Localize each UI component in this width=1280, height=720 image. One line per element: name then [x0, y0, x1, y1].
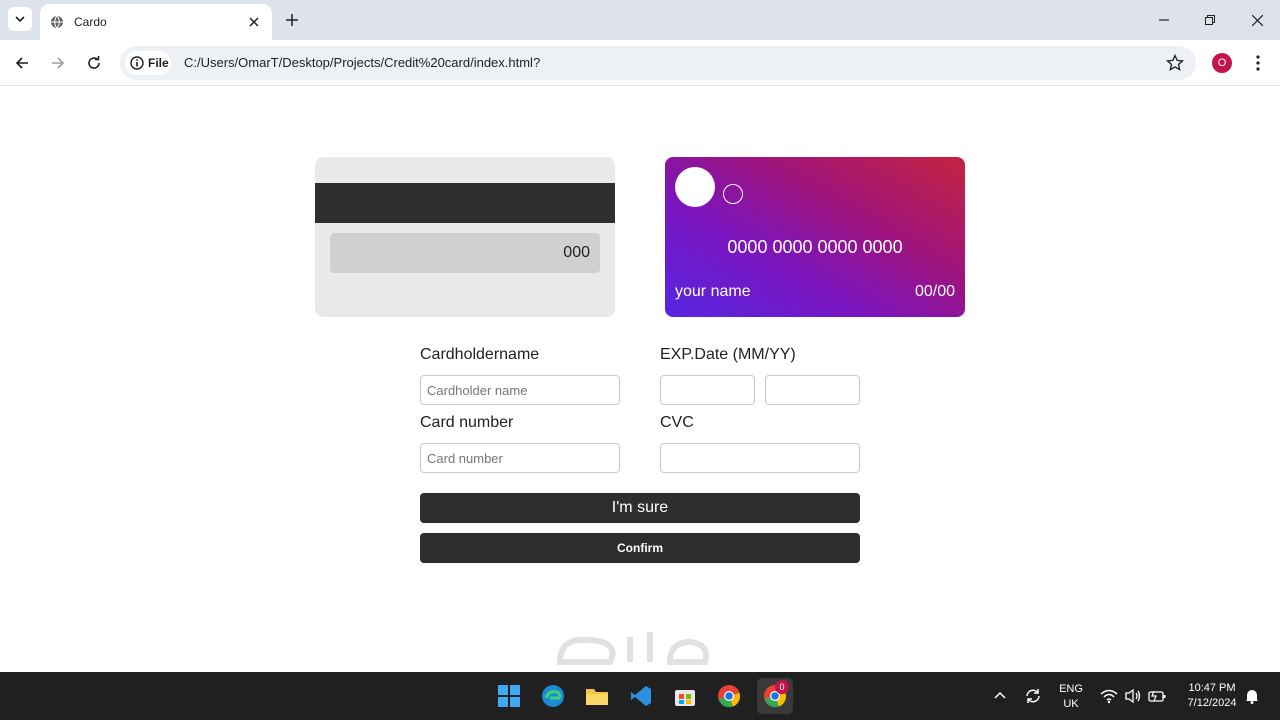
wifi-icon[interactable]	[1100, 688, 1118, 704]
folder-icon	[586, 689, 608, 705]
url-text[interactable]: C:/Users/OmarT/Desktop/Projects/Credit%2…	[184, 55, 540, 70]
magnetic-stripe	[315, 183, 615, 223]
card-logo-circle-large	[675, 167, 715, 207]
confirm-button[interactable]: Confirm	[420, 533, 860, 563]
clock-time: 10:47 PM	[1188, 682, 1236, 694]
clock[interactable]: 10:47 PM 7/12/2024	[1176, 681, 1248, 711]
cardholder-name-input[interactable]	[420, 375, 620, 405]
vscode-icon	[631, 686, 651, 706]
taskbar-file-explorer[interactable]	[583, 682, 611, 710]
taskbar-store[interactable]	[671, 682, 699, 710]
new-tab-button[interactable]	[282, 10, 302, 30]
chevron-down-icon	[15, 16, 25, 23]
card-front-number: 0000 0000 0000 0000	[727, 237, 903, 257]
exp-year-input[interactable]	[765, 375, 860, 405]
card-front: 0000 0000 0000 0000 your name 00/00	[665, 157, 965, 317]
card-logo-circle-small	[723, 184, 743, 204]
restore-button[interactable]	[1200, 10, 1220, 30]
card-number-label: Card number	[420, 414, 514, 431]
star-icon[interactable]	[1166, 54, 1184, 72]
cvc-label: CVC	[660, 414, 694, 431]
watermark-icon	[556, 632, 709, 665]
card-front-name: your name	[675, 283, 751, 300]
card-back: 000	[315, 157, 615, 317]
forward-button[interactable]	[48, 53, 68, 73]
region-code: UK	[1063, 698, 1079, 710]
start-button[interactable]	[495, 682, 523, 710]
language-code: ENG	[1059, 683, 1083, 695]
exp-month-input[interactable]	[660, 375, 755, 405]
arrow-left-icon	[15, 57, 28, 69]
reload-icon	[88, 56, 100, 69]
close-icon	[1251, 14, 1263, 26]
chevron-up-icon[interactable]	[994, 690, 1006, 702]
tab-title: Cardo	[74, 15, 107, 29]
cardholder-label: Cardholdername	[420, 346, 540, 363]
restore-icon	[1205, 15, 1215, 25]
chrome-icon	[718, 685, 740, 708]
store-icon	[675, 690, 695, 706]
menu-button[interactable]	[1252, 53, 1264, 73]
im-sure-button[interactable]: I'm sure	[420, 493, 860, 523]
arrow-right-icon	[52, 57, 65, 69]
clock-date: 7/12/2024	[1187, 697, 1237, 709]
globe-icon	[51, 15, 63, 29]
taskbar-edge[interactable]	[539, 682, 567, 710]
sync-icon[interactable]	[1024, 687, 1042, 705]
plus-icon	[286, 14, 298, 26]
close-tab-button[interactable]	[246, 14, 262, 30]
card-back-cvc: 000	[330, 233, 600, 273]
language-indicator[interactable]: ENG UK	[1056, 682, 1086, 712]
address-chip-label: File	[148, 56, 169, 70]
browser-tab[interactable]: Cardo	[40, 4, 272, 40]
tab-bar: Cardo	[0, 0, 1280, 40]
chrome-profile-badge: 0	[775, 680, 789, 694]
battery-icon[interactable]	[1148, 689, 1166, 703]
close-window-button[interactable]	[1247, 10, 1267, 30]
edge-icon	[542, 685, 564, 707]
volume-icon[interactable]	[1124, 688, 1142, 704]
taskbar: 0 ENG UK 10:47 PM 7/12/2024	[0, 672, 1280, 720]
info-icon	[130, 56, 144, 70]
more-vert-icon	[1256, 55, 1260, 71]
browser-toolbar: File C:/Users/OmarT/Desktop/Projects/Cre…	[0, 40, 1280, 86]
bell-icon[interactable]	[1245, 688, 1259, 704]
card-front-expiry: 00/00	[914, 283, 955, 300]
site-info-chip[interactable]: File	[125, 51, 171, 75]
cvc-input[interactable]	[660, 443, 860, 473]
taskbar-vscode[interactable]	[627, 682, 655, 710]
watermark-logo	[540, 622, 740, 672]
taskbar-chrome[interactable]	[715, 682, 743, 710]
close-icon	[249, 17, 259, 27]
address-bar[interactable]: File C:/Users/OmarT/Desktop/Projects/Cre…	[120, 46, 1196, 80]
exp-date-label: EXP.Date (MM/YY)	[660, 346, 796, 363]
back-button[interactable]	[12, 53, 32, 73]
profile-avatar[interactable]: O	[1212, 53, 1232, 73]
windows-icon	[498, 685, 520, 707]
reload-button[interactable]	[84, 53, 104, 73]
card-number-input[interactable]	[420, 443, 620, 473]
tab-search-button[interactable]	[8, 7, 32, 31]
minimize-icon	[1159, 19, 1169, 21]
minimize-button[interactable]	[1154, 10, 1174, 30]
